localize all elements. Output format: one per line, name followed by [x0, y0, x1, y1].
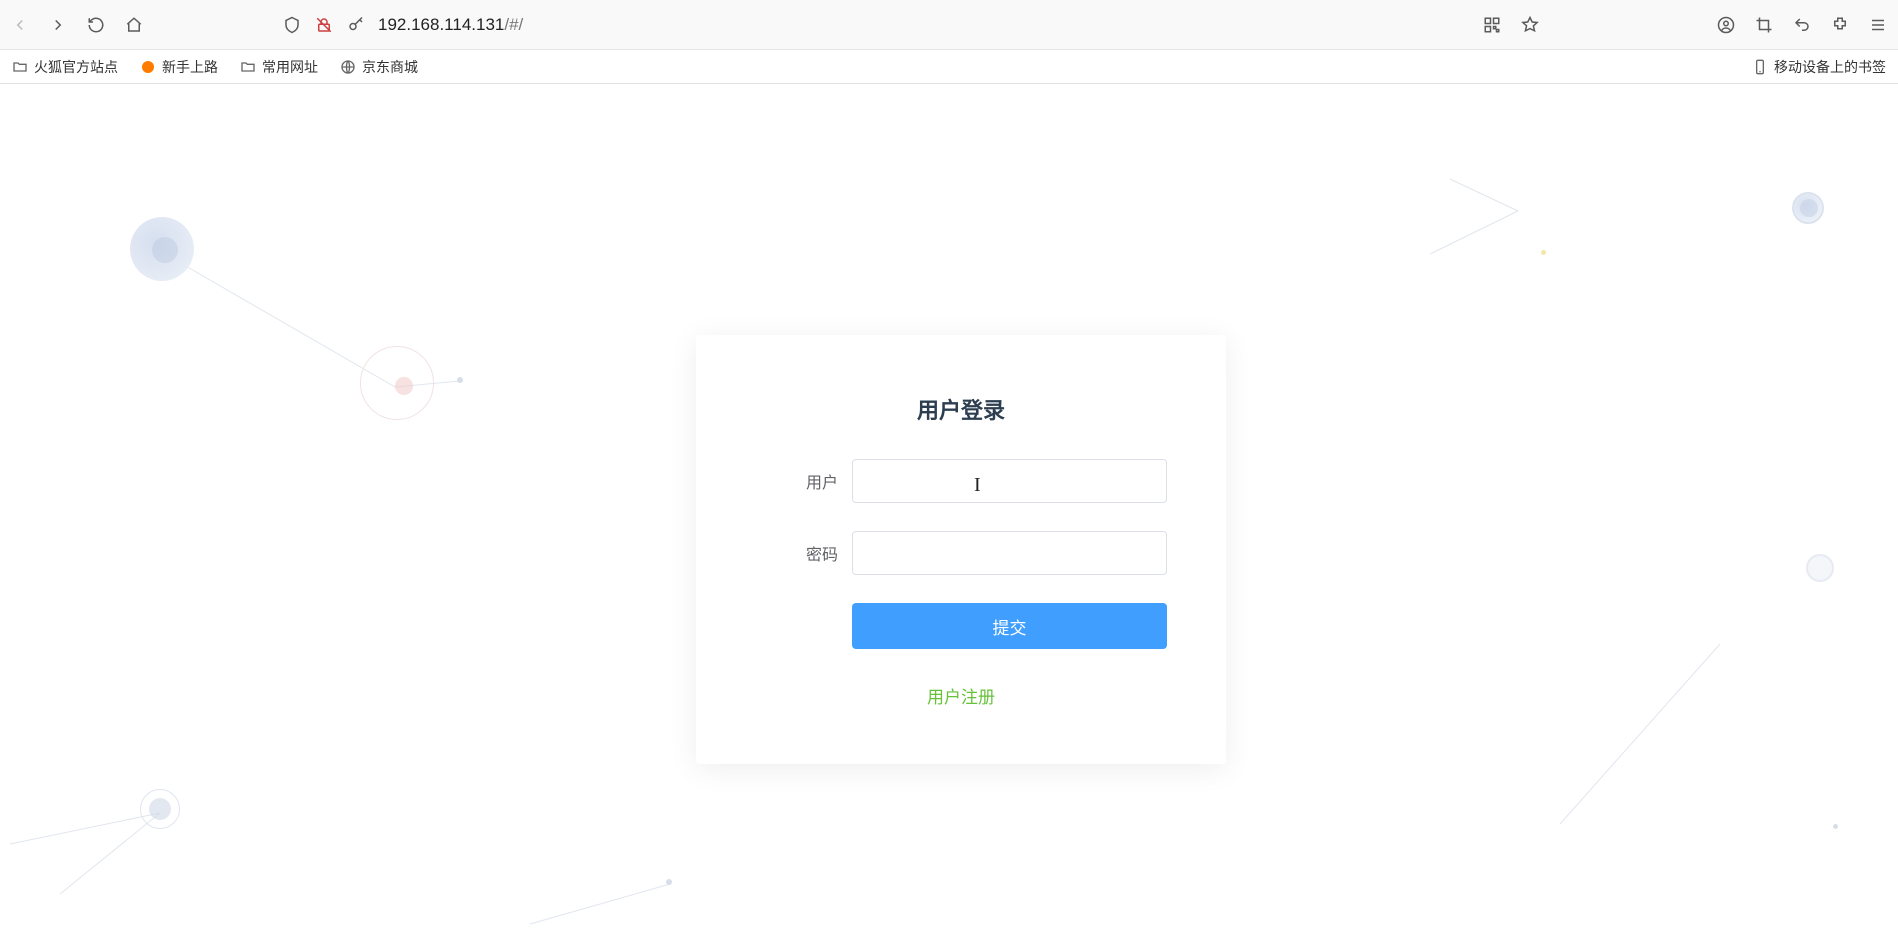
nav-forward-icon[interactable] — [48, 15, 68, 35]
decorative-circle — [360, 346, 434, 420]
bookmark-mobile-label: 移动设备上的书签 — [1774, 57, 1886, 77]
page-content: 用户登录 用户 密码 提交 用户注册 I — [0, 84, 1898, 939]
crop-icon[interactable] — [1754, 15, 1774, 35]
decorative-dot — [457, 377, 463, 383]
password-label: 密码 — [794, 541, 852, 565]
decorative-circle — [130, 217, 194, 281]
bookmark-label: 京东商城 — [362, 57, 418, 77]
login-title: 用户登录 — [726, 393, 1196, 425]
shield-icon — [282, 15, 302, 35]
decorative-circle — [1800, 199, 1818, 217]
submit-button[interactable]: 提交 — [852, 603, 1167, 649]
globe-icon — [340, 59, 356, 75]
browser-toolbar: 192.168.114.131/#/ — [0, 0, 1898, 50]
decorative-dot — [1833, 824, 1838, 829]
mobile-icon — [1752, 59, 1768, 75]
user-row: 用户 — [726, 459, 1196, 503]
folder-icon — [240, 59, 256, 75]
bookmark-item-0[interactable]: 火狐官方站点 — [12, 57, 118, 77]
url-text: 192.168.114.131/#/ — [378, 15, 523, 35]
register-row: 用户注册 — [726, 683, 1196, 708]
qr-icon[interactable] — [1482, 15, 1502, 35]
decorative-circle — [1806, 554, 1834, 582]
folder-icon — [12, 59, 28, 75]
account-icon[interactable] — [1716, 15, 1736, 35]
extensions-icon[interactable] — [1830, 15, 1850, 35]
decorative-circle — [152, 237, 178, 263]
bookmark-item-3[interactable]: 京东商城 — [340, 57, 418, 77]
decorative-circle — [1792, 192, 1824, 224]
insecure-lock-icon — [314, 15, 334, 35]
register-link[interactable]: 用户注册 — [927, 688, 995, 707]
user-input[interactable] — [852, 459, 1167, 503]
bookmark-item-1[interactable]: 新手上路 — [140, 57, 218, 77]
firefox-icon — [140, 59, 156, 75]
nav-reload-icon[interactable] — [86, 15, 106, 35]
bookmark-mobile[interactable]: 移动设备上的书签 — [1752, 57, 1886, 77]
bookmark-label: 常用网址 — [262, 57, 318, 77]
login-card: 用户登录 用户 密码 提交 用户注册 — [696, 335, 1226, 764]
url-path: /#/ — [504, 15, 523, 34]
nav-home-icon[interactable] — [124, 15, 144, 35]
decorative-circle — [140, 789, 180, 829]
bookmarks-bar: 火狐官方站点 新手上路 常用网址 京东商城 移动设备上的书签 — [0, 50, 1898, 84]
url-host: 192.168.114.131 — [378, 15, 504, 34]
menu-icon[interactable] — [1868, 15, 1888, 35]
user-label: 用户 — [794, 469, 852, 493]
bookmark-item-2[interactable]: 常用网址 — [240, 57, 318, 77]
decorative-dot — [1541, 250, 1546, 255]
undo-icon[interactable] — [1792, 15, 1812, 35]
nav-back-icon[interactable] — [10, 15, 30, 35]
key-icon — [346, 15, 366, 35]
bookmark-label: 火狐官方站点 — [34, 57, 118, 77]
decorative-circle — [149, 798, 171, 820]
submit-row: 提交 — [726, 603, 1196, 649]
password-input[interactable] — [852, 531, 1167, 575]
decorative-circle — [395, 377, 413, 395]
bookmark-star-icon[interactable] — [1520, 15, 1540, 35]
bookmark-label: 新手上路 — [162, 57, 218, 77]
password-row: 密码 — [726, 531, 1196, 575]
address-bar[interactable]: 192.168.114.131/#/ — [282, 15, 1464, 35]
decorative-dot — [666, 879, 672, 885]
